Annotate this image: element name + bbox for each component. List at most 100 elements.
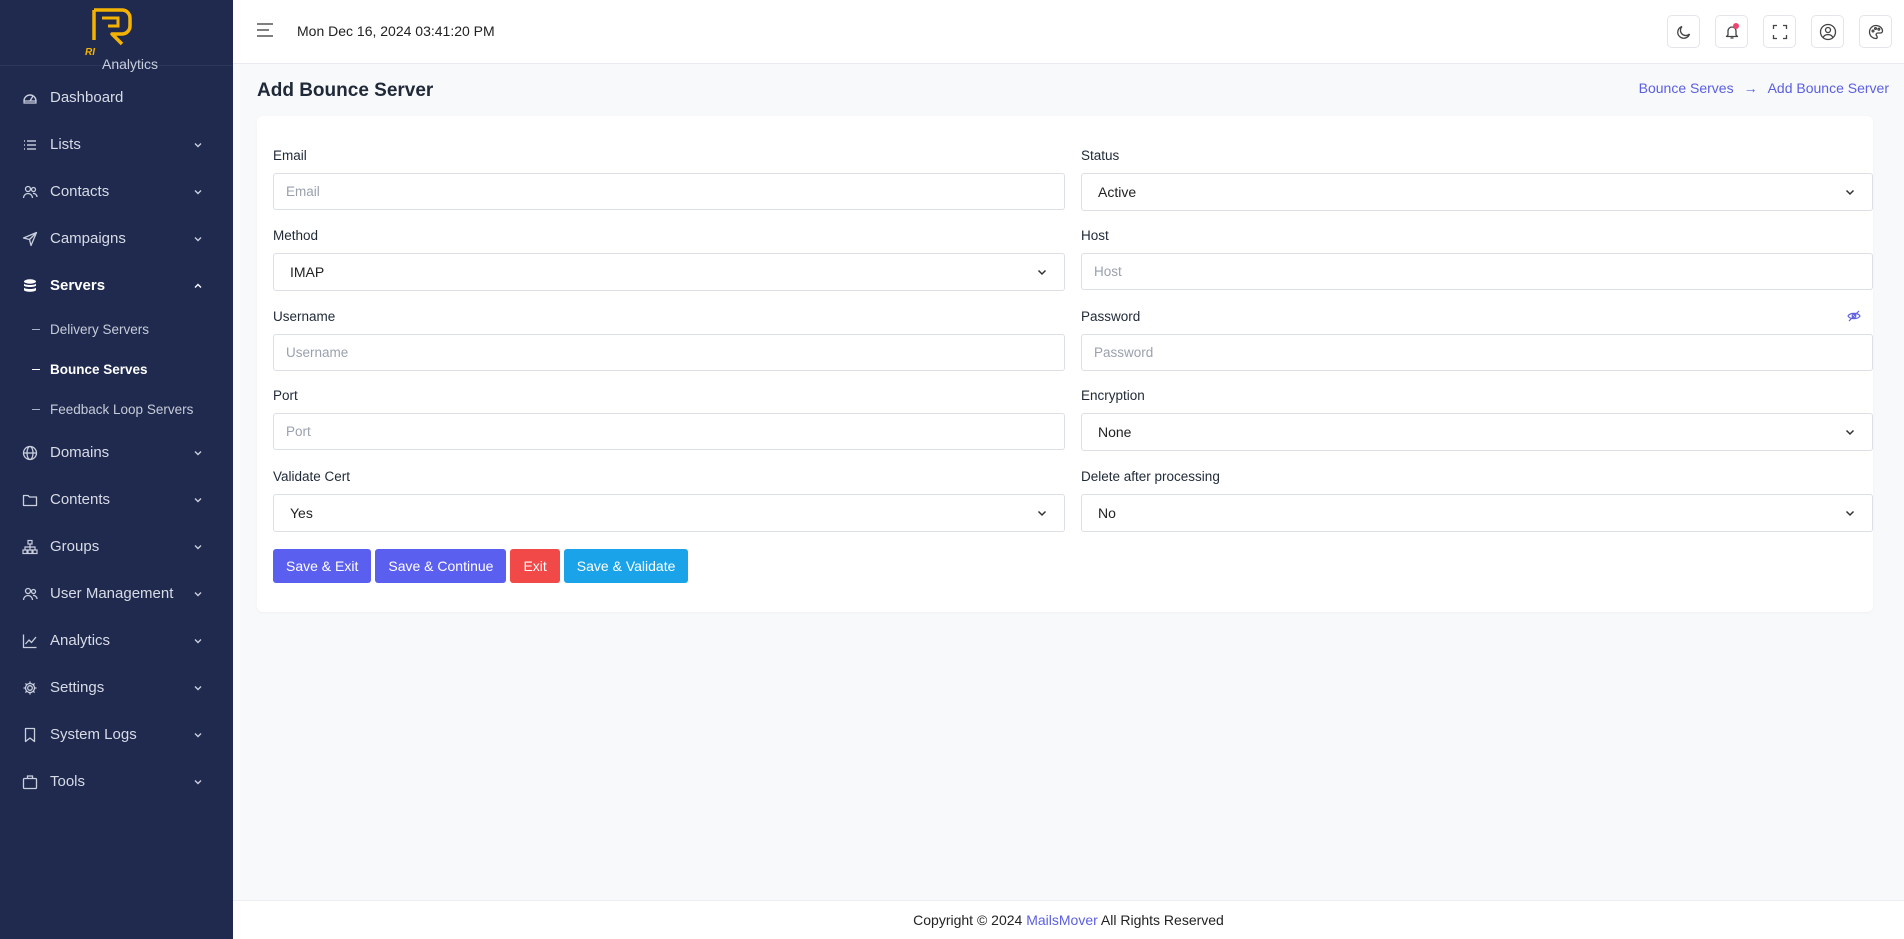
sidebar-item-analytics[interactable]: Analytics <box>0 617 233 664</box>
form-card: Email Status Active Method IMAP Host Use… <box>257 116 1873 612</box>
password-field-group: Password <box>1081 309 1873 371</box>
sidebar-item-label: Lists <box>50 136 81 153</box>
sidebar-subitem-label: Bounce Serves <box>50 361 148 377</box>
email-input[interactable] <box>273 173 1065 210</box>
sidebar-item-label: Tools <box>50 773 86 790</box>
chevron-down-icon <box>194 450 202 455</box>
brand-name: Analytics <box>102 56 159 72</box>
footer-brand-link[interactable]: MailsMover <box>1026 912 1098 928</box>
encryption-field-group: Encryption None <box>1081 388 1873 451</box>
eye-slash-icon[interactable] <box>1847 309 1861 323</box>
chevron-down-icon <box>1845 429 1855 436</box>
validate-cert-selected-value: Yes <box>290 505 313 521</box>
sidebar-item-dashboard[interactable]: Dashboard <box>0 74 233 121</box>
brand[interactable]: RI Analytics <box>0 0 233 72</box>
chevron-down-icon <box>194 685 202 690</box>
encryption-select[interactable]: None <box>1081 413 1873 451</box>
form-actions: Save & Exit Save & Continue Exit Save & … <box>273 549 689 583</box>
send-icon <box>22 231 38 247</box>
sidebar-item-contacts[interactable]: Contacts <box>0 168 233 215</box>
sidebar-item-domains[interactable]: Domains <box>0 429 233 476</box>
exit-button[interactable]: Exit <box>510 549 560 583</box>
sidebar-item-servers[interactable]: Servers <box>0 262 233 309</box>
logo-icon <box>92 8 132 46</box>
username-field-group: Username <box>273 309 1065 371</box>
delete-after-field-group: Delete after processing No <box>1081 469 1873 532</box>
sidebar-subitem-bounce-serves[interactable]: Bounce Serves <box>0 349 233 389</box>
chevron-down-icon <box>194 236 202 241</box>
port-input[interactable] <box>273 413 1065 450</box>
sidebar-item-user-management[interactable]: User Management <box>0 570 233 617</box>
palette-icon <box>1868 24 1883 39</box>
chevron-down-icon <box>194 732 202 737</box>
current-datetime: Mon Dec 16, 2024 03:41:20 PM <box>297 23 495 39</box>
sidebar-subitem-feedback-loop-servers[interactable]: Feedback Loop Servers <box>0 389 233 429</box>
brand-letters: RI <box>85 47 95 58</box>
validate-cert-field-group: Validate Cert Yes <box>273 469 1065 532</box>
list-icon <box>22 137 38 153</box>
theme-toggle-button[interactable] <box>1667 15 1700 48</box>
theme-customizer-button[interactable] <box>1859 15 1892 48</box>
hamburger-menu-icon[interactable] <box>256 22 274 38</box>
sidebar-item-label: Domains <box>50 444 110 461</box>
sidebar-item-tools[interactable]: Tools <box>0 758 233 805</box>
sidebar-subitem-delivery-servers[interactable]: Delivery Servers <box>0 309 233 349</box>
sidebar-item-campaigns[interactable]: Campaigns <box>0 215 233 262</box>
method-select[interactable]: IMAP <box>273 253 1065 291</box>
sidebar-item-label: Analytics <box>50 632 111 649</box>
sidebar-item-label: System Logs <box>50 726 137 743</box>
fullscreen-button[interactable] <box>1763 15 1796 48</box>
validate-cert-select[interactable]: Yes <box>273 494 1065 532</box>
breadcrumb-link-bounce-serves[interactable]: Bounce Serves <box>1639 80 1734 96</box>
sidebar-subitem-label: Delivery Servers <box>50 321 150 337</box>
sidebar-item-label: Settings <box>50 679 105 696</box>
notifications-button[interactable] <box>1715 15 1748 48</box>
briefcase-icon <box>22 774 38 790</box>
status-field-group: Status Active <box>1081 148 1873 211</box>
username-label: Username <box>273 309 336 324</box>
password-label: Password <box>1081 309 1141 324</box>
host-label: Host <box>1081 228 1109 243</box>
encryption-selected-value: None <box>1098 424 1132 440</box>
sidebar: RI Analytics Dashboard Lists Contacts Ca… <box>0 0 233 939</box>
sidebar-item-label: Dashboard <box>50 89 124 106</box>
sidebar-item-label: Groups <box>50 538 100 555</box>
sidebar-item-label: User Management <box>50 585 174 602</box>
status-selected-value: Active <box>1098 184 1137 200</box>
topbar: Mon Dec 16, 2024 03:41:20 PM <box>233 0 1904 64</box>
footer: Copyright © 2024 MailsMover All Rights R… <box>233 900 1904 939</box>
chevron-down-icon <box>1037 510 1047 517</box>
email-label: Email <box>273 148 307 163</box>
delete-after-label: Delete after processing <box>1081 469 1220 484</box>
port-field-group: Port <box>273 388 1065 450</box>
breadcrumb-current: Add Bounce Server <box>1767 80 1889 96</box>
save-continue-button[interactable]: Save & Continue <box>375 549 507 583</box>
password-input[interactable] <box>1081 334 1873 371</box>
sidebar-item-contents[interactable]: Contents <box>0 476 233 523</box>
sidebar-subitem-label: Feedback Loop Servers <box>50 401 194 417</box>
chevron-up-icon <box>194 283 202 288</box>
sidebar-item-label: Servers <box>50 277 106 294</box>
sidebar-item-label: Campaigns <box>50 230 126 247</box>
user-profile-button[interactable] <box>1811 15 1844 48</box>
validate-cert-label: Validate Cert <box>273 469 351 484</box>
save-exit-button[interactable]: Save & Exit <box>273 549 372 583</box>
chevron-down-icon <box>194 142 202 147</box>
method-label: Method <box>273 228 319 243</box>
breadcrumb: Bounce Serves → Add Bounce Server <box>1639 80 1889 96</box>
sidebar-item-lists[interactable]: Lists <box>0 121 233 168</box>
sitemap-icon <box>22 539 38 555</box>
sidebar-item-system-logs[interactable]: System Logs <box>0 711 233 758</box>
port-label: Port <box>273 388 298 403</box>
chevron-down-icon <box>1845 189 1855 196</box>
gear-icon <box>22 680 38 696</box>
sidebar-item-settings[interactable]: Settings <box>0 664 233 711</box>
moon-icon <box>1676 25 1690 39</box>
sidebar-item-groups[interactable]: Groups <box>0 523 233 570</box>
username-input[interactable] <box>273 334 1065 371</box>
sidebar-item-label: Contacts <box>50 183 110 200</box>
host-input[interactable] <box>1081 253 1873 290</box>
save-validate-button[interactable]: Save & Validate <box>563 549 689 583</box>
status-select[interactable]: Active <box>1081 173 1873 211</box>
delete-after-select[interactable]: No <box>1081 494 1873 532</box>
